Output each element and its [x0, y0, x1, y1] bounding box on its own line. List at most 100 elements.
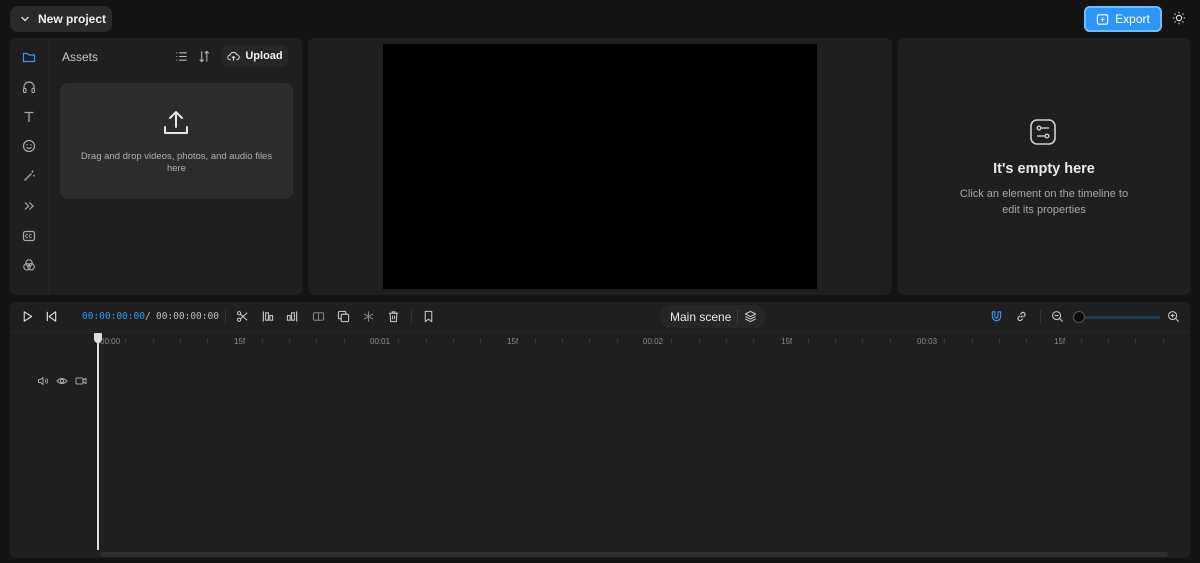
- duplicate-icon[interactable]: [337, 310, 351, 324]
- video-canvas[interactable]: [383, 44, 817, 289]
- scene-selector[interactable]: Main scene: [660, 305, 766, 328]
- split-view-icon[interactable]: [312, 310, 326, 324]
- export-label: Export: [1115, 12, 1150, 26]
- scene-label: Main scene: [670, 309, 732, 324]
- ruler-tick: [944, 339, 945, 343]
- bookmark-icon[interactable]: [422, 310, 436, 324]
- ruler-tick: [180, 339, 181, 343]
- link-icon[interactable]: [1015, 310, 1029, 324]
- ruler-tick: [153, 339, 154, 343]
- zoom-out-icon[interactable]: [1051, 310, 1065, 324]
- empty-state-subtitle: Click an element on the timeline to edit…: [959, 188, 1129, 216]
- ruler-tick: [1026, 339, 1027, 343]
- captions-icon[interactable]: [22, 229, 38, 245]
- camera-icon[interactable]: [75, 375, 87, 387]
- transitions-icon[interactable]: [22, 199, 38, 215]
- ruler-tick: [617, 339, 618, 343]
- trim-left-icon[interactable]: [261, 310, 275, 324]
- ruler-label: 00:01: [370, 337, 391, 346]
- project-name: New project: [38, 12, 107, 26]
- upload-button[interactable]: Upload: [222, 45, 288, 67]
- ruler-label: 15f: [234, 337, 246, 346]
- assets-title: Assets: [62, 50, 99, 64]
- ruler-tick: [316, 339, 317, 343]
- ruler-tick: [835, 339, 836, 343]
- sun-icon: [1172, 11, 1188, 25]
- ruler-tick: [262, 339, 263, 343]
- zoom-slider-handle[interactable]: [1073, 311, 1085, 323]
- ruler-tick: [289, 339, 290, 343]
- sticker-icon[interactable]: [22, 139, 38, 155]
- track-controls: [37, 375, 87, 387]
- playhead[interactable]: [97, 335, 99, 550]
- timeline-panel: 00:00:00:00 / 00:00:00:00 Main scene 00:…: [10, 302, 1190, 558]
- theme-toggle-button[interactable]: [1172, 11, 1188, 27]
- magnet-icon[interactable]: [990, 310, 1004, 324]
- total-timecode: 00:00:00:00: [156, 311, 219, 322]
- preview-panel: [308, 38, 892, 295]
- timeline-toolbar: 00:00:00:00 / 00:00:00:00 Main scene: [10, 302, 1190, 332]
- timecode-separator: /: [145, 311, 151, 322]
- speaker-icon[interactable]: [37, 375, 49, 387]
- properties-panel: It's empty here Click an element on the …: [898, 38, 1190, 295]
- text-icon[interactable]: [22, 110, 38, 126]
- ruler-tick: [671, 339, 672, 343]
- trim-right-icon[interactable]: [286, 310, 300, 324]
- dropzone-hint: Drag and drop videos, photos, and audio …: [80, 151, 273, 174]
- list-view-icon[interactable]: [175, 50, 189, 64]
- ruler-tick: [808, 339, 809, 343]
- ruler-tick: [426, 339, 427, 343]
- headphones-icon[interactable]: [22, 80, 38, 96]
- ruler-tick: [1081, 339, 1082, 343]
- layers-icon[interactable]: [738, 310, 757, 323]
- tool-rail: [10, 38, 50, 295]
- toolbar-divider: [1040, 310, 1041, 324]
- ruler-label: 00:00: [100, 337, 121, 346]
- sort-icon[interactable]: [198, 50, 212, 64]
- sliders-icon: [1029, 118, 1057, 146]
- ruler-tick: [344, 339, 345, 343]
- ruler-tick: [589, 339, 590, 343]
- ruler-tick: [890, 339, 891, 343]
- chevron-down-icon: [20, 14, 30, 24]
- toolbar-divider: [225, 310, 226, 324]
- ruler-tick: [480, 339, 481, 343]
- export-icon: [1096, 13, 1109, 26]
- split-icon[interactable]: [236, 310, 250, 324]
- ruler-tick: [726, 339, 727, 343]
- assets-panel: Assets Upload Drag and drop videos, phot…: [10, 38, 302, 295]
- upload-label: Upload: [245, 50, 283, 62]
- play-icon[interactable]: [21, 310, 35, 324]
- project-menu-button[interactable]: New project: [10, 6, 112, 32]
- toolbar-divider: [411, 310, 412, 324]
- freeze-icon[interactable]: [362, 310, 376, 324]
- timeline-scrollbar[interactable]: [100, 552, 1168, 557]
- ruler-tick: [1108, 339, 1109, 343]
- timeline-ruler[interactable]: 00:00 15f 00:01 15f 00:02 15f 00:03 15f: [98, 332, 1190, 348]
- ruler-label: 00:03: [917, 337, 938, 346]
- ruler-tick: [1163, 339, 1164, 343]
- zoom-in-icon[interactable]: [1167, 310, 1181, 324]
- ruler-tick: [1135, 339, 1136, 343]
- zoom-slider-track[interactable]: [1078, 316, 1160, 319]
- eye-icon[interactable]: [56, 375, 68, 387]
- ruler-tick: [535, 339, 536, 343]
- skip-to-start-icon[interactable]: [45, 310, 59, 324]
- ruler-tick: [125, 339, 126, 343]
- filters-icon[interactable]: [22, 258, 38, 274]
- upload-arrow-icon: [162, 109, 190, 137]
- ruler-tick: [972, 339, 973, 343]
- export-button[interactable]: Export: [1084, 6, 1162, 32]
- folder-icon[interactable]: [22, 50, 38, 66]
- cloud-upload-icon: [227, 50, 241, 62]
- empty-state-title: It's empty here: [993, 161, 1095, 177]
- delete-icon[interactable]: [387, 310, 401, 324]
- ruler-label: 00:02: [643, 337, 664, 346]
- ruler-tick: [453, 339, 454, 343]
- magic-wand-icon[interactable]: [22, 169, 38, 185]
- ruler-tick: [753, 339, 754, 343]
- ruler-tick: [562, 339, 563, 343]
- upload-dropzone[interactable]: Drag and drop videos, photos, and audio …: [60, 83, 293, 199]
- ruler-tick: [862, 339, 863, 343]
- ruler-tick: [699, 339, 700, 343]
